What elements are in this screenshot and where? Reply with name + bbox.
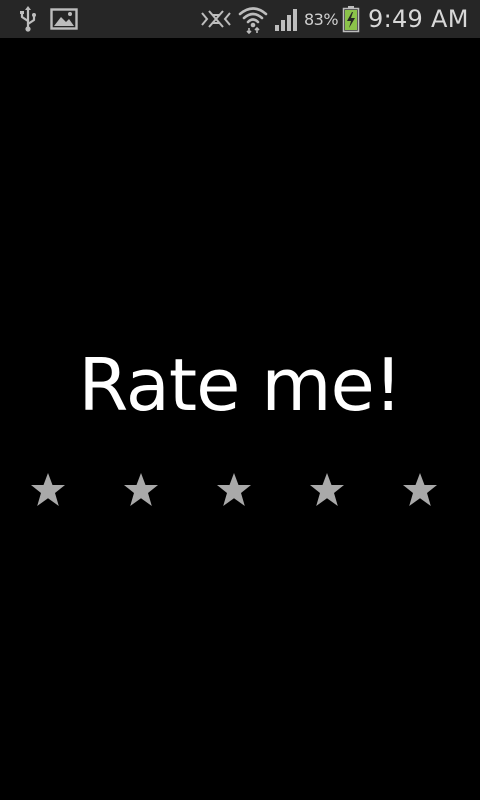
no-signal-icon (198, 0, 234, 38)
app-screen: 83% 9:49 AM Rate me! (0, 0, 480, 800)
battery-charging-icon (340, 0, 362, 38)
star-icon[interactable] (398, 468, 442, 512)
wifi-icon (236, 0, 270, 38)
star-icon[interactable] (119, 468, 163, 512)
cellular-signal-icon (272, 0, 302, 38)
battery-percentage: 83% (304, 9, 339, 29)
page-title: Rate me! (78, 343, 402, 427)
star-icon[interactable] (305, 468, 349, 512)
image-notification-icon (48, 0, 80, 38)
star-icon[interactable] (212, 468, 256, 512)
star-icon[interactable] (26, 468, 70, 512)
rating-bar[interactable] (0, 468, 480, 512)
status-bar: 83% 9:49 AM (0, 0, 480, 38)
usb-icon (14, 0, 42, 38)
status-clock: 9:49 AM (368, 5, 469, 33)
